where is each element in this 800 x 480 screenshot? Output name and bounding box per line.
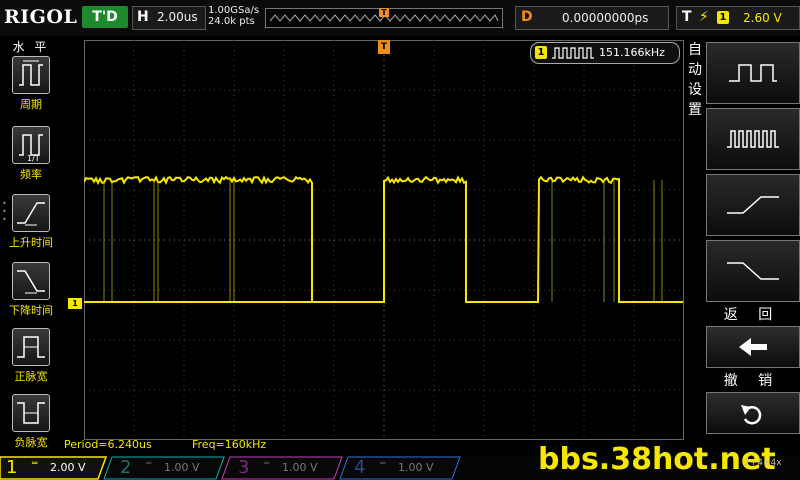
undo-button[interactable] <box>706 392 800 434</box>
menu-item-frequency[interactable]: 1/T 频率 <box>0 126 62 190</box>
horizontal-scale-value: 2.00us <box>157 10 198 24</box>
channel-3-number: 3 <box>238 456 249 480</box>
channel-3-dc-coupling-icon: ═ <box>264 459 269 469</box>
waveform-grid <box>84 40 684 440</box>
channel-3-scale: 1.00 V <box>282 461 318 474</box>
trigger-level-value: 2.60 V <box>743 11 782 25</box>
fall-time-icon <box>12 262 50 300</box>
channel-4-scale: 1.00 V <box>398 461 434 474</box>
trigger-source-badge: 1 <box>717 11 729 24</box>
period-measurement: Period=6.240us <box>64 438 152 451</box>
ch1-offset-marker[interactable]: 1 <box>68 298 82 309</box>
rising-edge-icon <box>725 191 781 219</box>
watermark-small-text: 2+4+4x <box>744 458 782 468</box>
back-label: 返 回 <box>706 304 798 324</box>
positive-width-icon <box>12 328 50 366</box>
waveform-display[interactable] <box>84 40 684 440</box>
menu-label-fall-time: 下降时间 <box>0 302 62 318</box>
trigger-position-marker[interactable]: T <box>378 40 390 54</box>
channel-2-scale: 1.00 V <box>164 461 200 474</box>
run-state-badge[interactable]: T'D <box>82 6 128 28</box>
delay-letter: D <box>521 9 533 25</box>
menu-label-period: 周期 <box>0 96 62 112</box>
channel-2-dc-coupling-icon: ═ <box>146 459 151 469</box>
undo-icon <box>707 393 799 433</box>
horizontal-scale-box[interactable]: H 2.00us <box>132 6 206 30</box>
channel-4-dc-coupling-icon: ═ <box>380 459 385 469</box>
period-icon <box>12 56 50 94</box>
horizontal-letter: H <box>137 9 149 25</box>
sample-rate: 1.00GSa/s <box>208 5 259 16</box>
menu-item-period[interactable]: 周期 <box>0 56 62 120</box>
frequency-counter: 1 151.166kHz <box>530 42 680 64</box>
channel-4-tab[interactable]: 4 ═ 1.00 V <box>350 456 450 480</box>
rise-time-icon <box>12 194 50 232</box>
freq-measurement: Freq=160kHz <box>192 438 266 451</box>
auto-setup-menu: 自动设置 返 回 撤 销 <box>684 36 800 456</box>
menu-label-negative-width: 负脉宽 <box>0 434 62 450</box>
brand-logo: RIGOL <box>4 6 77 28</box>
trigger-edge-icon: ⚡ <box>699 9 709 25</box>
menu-item-positive-width[interactable]: 正脉宽 <box>0 328 62 392</box>
single-pulse-icon <box>725 59 781 87</box>
watermark-text: bbs.38hot.net <box>538 442 776 477</box>
falling-edge-button[interactable] <box>706 240 800 302</box>
right-menu-title: 自动设置 <box>688 40 702 120</box>
channel-3-tab[interactable]: 3 ═ 1.00 V <box>234 456 334 480</box>
channel-2-number: 2 <box>120 456 131 480</box>
trigger-letter: T <box>682 9 692 25</box>
freq-counter-value: 151.166kHz <box>599 46 665 59</box>
channel-1-tab[interactable]: 1 ═ 2.00 V <box>2 456 102 480</box>
svg-text:1/T: 1/T <box>27 154 40 163</box>
horizontal-measure-menu: 水 平 • • • 周期 1/T 频率 上升时间 下降时间 正脉宽 负脉宽 <box>0 36 62 456</box>
rising-edge-button[interactable] <box>706 174 800 236</box>
trigger-position-top-marker: T <box>379 8 389 17</box>
acquisition-info: 1.00GSa/s 24.0k pts <box>208 5 259 27</box>
menu-label-frequency: 频率 <box>0 166 62 182</box>
back-arrow-icon <box>707 327 799 367</box>
undo-label: 撤 销 <box>706 370 798 390</box>
frequency-icon: 1/T <box>12 126 50 164</box>
negative-width-icon <box>12 394 50 432</box>
memory-depth: 24.0k pts <box>208 16 259 27</box>
channel-4-number: 4 <box>354 456 365 480</box>
menu-item-rise-time[interactable]: 上升时间 <box>0 194 62 258</box>
multi-pulse-button[interactable] <box>706 108 800 170</box>
delay-box[interactable]: D 0.00000000ps <box>515 6 669 30</box>
ch1-waveform-trace <box>84 177 683 302</box>
top-status-bar: RIGOL T'D H 2.00us 1.00GSa/s 24.0k pts T… <box>0 0 800 36</box>
trigger-box[interactable]: T ⚡ 1 2.60 V <box>676 6 800 30</box>
menu-item-fall-time[interactable]: 下降时间 <box>0 262 62 326</box>
falling-edge-icon <box>725 257 781 285</box>
delay-value: 0.00000000ps <box>562 11 648 25</box>
back-button[interactable] <box>706 326 800 368</box>
pulse-train-icon <box>551 45 595 61</box>
left-menu-title: 水 平 <box>0 38 62 55</box>
menu-label-rise-time: 上升时间 <box>0 234 62 250</box>
channel-1-scale: 2.00 V <box>50 461 86 474</box>
single-pulse-button[interactable] <box>706 42 800 104</box>
menu-label-positive-width: 正脉宽 <box>0 368 62 384</box>
channel-1-dc-coupling-icon: ═ <box>32 459 37 469</box>
freq-counter-channel: 1 <box>535 46 547 59</box>
channel-2-tab[interactable]: 2 ═ 1.00 V <box>116 456 216 480</box>
multi-pulse-icon <box>725 125 781 153</box>
channel-1-number: 1 <box>6 456 17 480</box>
menu-item-negative-width[interactable]: 负脉宽 <box>0 394 62 458</box>
